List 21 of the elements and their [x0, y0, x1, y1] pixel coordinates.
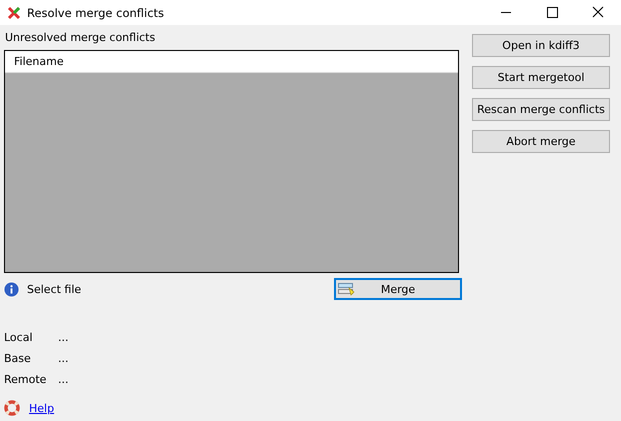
window-title: Resolve merge conflicts [27, 6, 164, 20]
file-list[interactable]: Filename [4, 50, 459, 273]
detail-label: Local [4, 330, 34, 344]
help-link[interactable]: Help [29, 402, 54, 414]
detail-label: Remote [4, 372, 48, 386]
detail-value: ... [58, 352, 68, 364]
merge-icon [338, 282, 355, 296]
action-button[interactable]: Start mergetool [472, 66, 610, 89]
column-header[interactable]: Filename [5, 55, 64, 68]
action-button[interactable]: Rescan merge conflicts [472, 98, 610, 121]
action-button[interactable]: Abort merge [472, 130, 610, 153]
detail-value: ... [58, 330, 68, 344]
action-button[interactable]: Open in kdiff3 [472, 34, 610, 57]
status-text: Select file [27, 282, 82, 296]
list-label: Unresolved merge conflicts [5, 31, 156, 45]
lifebuoy-icon [4, 400, 20, 416]
detail-value: ... [58, 372, 68, 386]
info-icon [4, 282, 19, 296]
detail-label: Base [4, 352, 32, 364]
app-icon [7, 6, 21, 20]
merge-button[interactable]: Merge [334, 278, 462, 300]
